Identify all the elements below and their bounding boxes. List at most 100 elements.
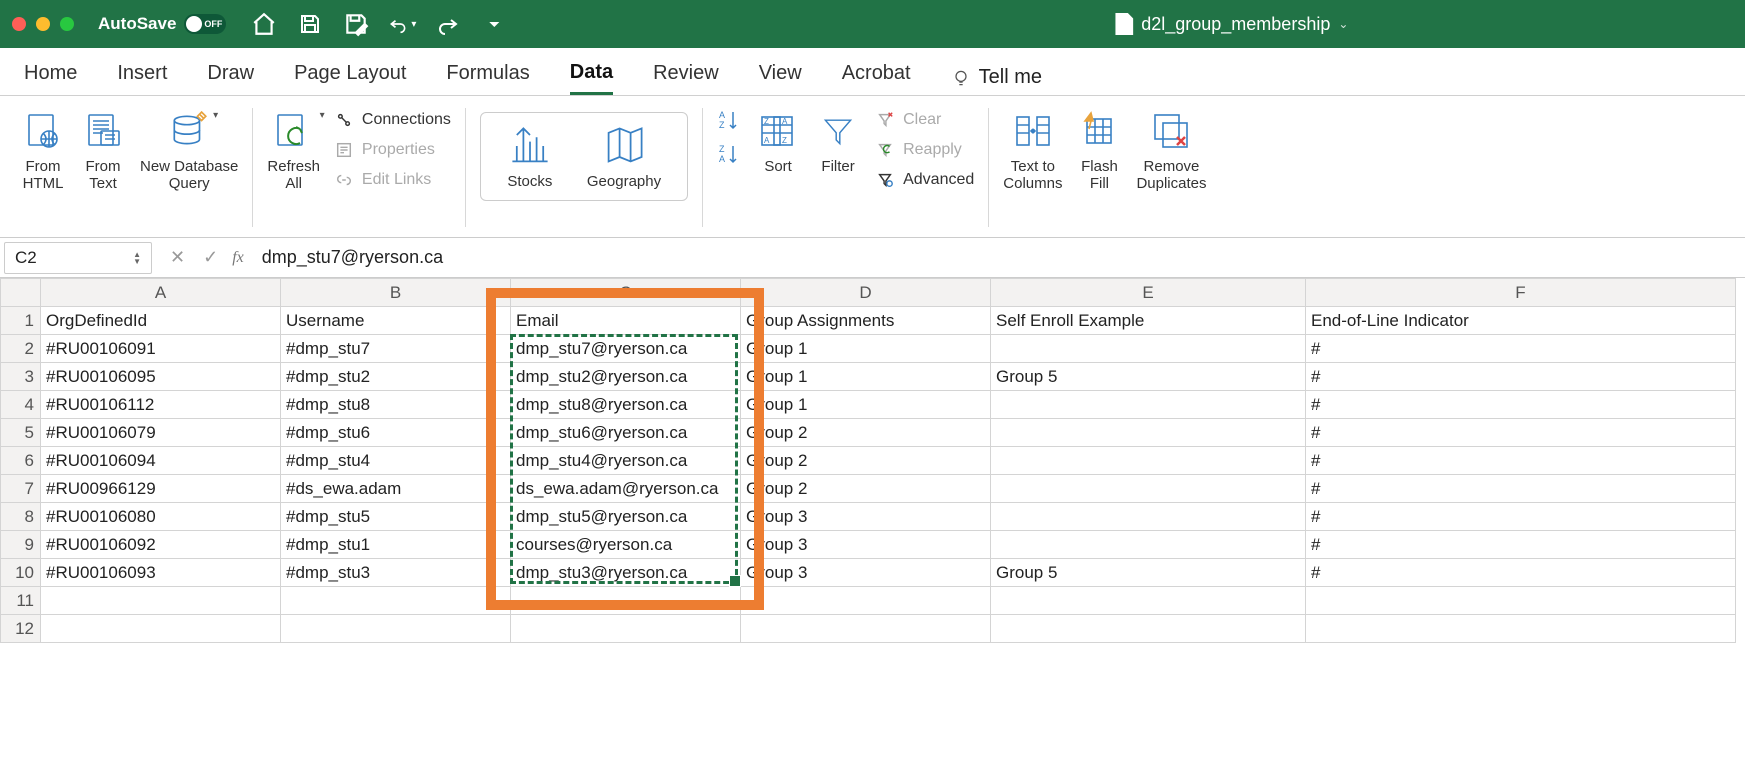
refresh-all-button[interactable]: ▾ Refresh All (267, 108, 320, 193)
cell[interactable]: #dmp_stu2 (281, 363, 511, 391)
filter-button[interactable]: Filter (815, 108, 861, 175)
cell[interactable]: Group 3 (741, 559, 991, 587)
cell[interactable]: # (1306, 531, 1736, 559)
save-icon[interactable] (296, 10, 324, 38)
cell[interactable] (991, 447, 1306, 475)
cell[interactable]: dmp_stu8@ryerson.ca (511, 391, 741, 419)
cell[interactable]: #RU00106093 (41, 559, 281, 587)
from-html-button[interactable]: From HTML (20, 108, 66, 193)
spreadsheet-grid[interactable]: A B C D E F 1OrgDefinedIdUsernameEmailGr… (0, 278, 1745, 643)
sort-az-button[interactable]: AZ (717, 108, 741, 132)
cell[interactable]: Self Enroll Example (991, 307, 1306, 335)
row-header[interactable]: 3 (1, 363, 41, 391)
cell[interactable]: #dmp_stu8 (281, 391, 511, 419)
col-header-F[interactable]: F (1306, 279, 1736, 307)
cell[interactable] (991, 531, 1306, 559)
row-header[interactable]: 5 (1, 419, 41, 447)
cell[interactable] (991, 587, 1306, 615)
redo-icon[interactable] (434, 10, 462, 38)
cell[interactable]: # (1306, 335, 1736, 363)
cell[interactable]: # (1306, 475, 1736, 503)
cell[interactable]: #RU00106080 (41, 503, 281, 531)
cell[interactable] (1306, 587, 1736, 615)
cell[interactable]: #ds_ewa.adam (281, 475, 511, 503)
cell[interactable]: End-of-Line Indicator (1306, 307, 1736, 335)
clear-button[interactable]: Clear (875, 110, 974, 130)
cell[interactable]: #RU00106112 (41, 391, 281, 419)
cell[interactable]: dmp_stu7@ryerson.ca (511, 335, 741, 363)
col-header-B[interactable]: B (281, 279, 511, 307)
cancel-formula-button[interactable]: ✕ (170, 247, 185, 268)
select-all-corner[interactable] (1, 279, 41, 307)
cell[interactable] (991, 419, 1306, 447)
close-window-button[interactable] (12, 17, 26, 31)
row-header[interactable]: 8 (1, 503, 41, 531)
text-to-columns-button[interactable]: Text to Columns (1003, 108, 1062, 193)
cell[interactable]: # (1306, 391, 1736, 419)
undo-icon[interactable]: ▾ (388, 10, 416, 38)
cell[interactable]: Group 2 (741, 475, 991, 503)
tab-acrobat[interactable]: Acrobat (842, 62, 911, 93)
row-header[interactable]: 11 (1, 587, 41, 615)
cell[interactable]: Group 5 (991, 363, 1306, 391)
col-header-A[interactable]: A (41, 279, 281, 307)
cell[interactable]: Group 3 (741, 503, 991, 531)
remove-duplicates-button[interactable]: Remove Duplicates (1136, 108, 1206, 193)
cell[interactable]: # (1306, 419, 1736, 447)
cell[interactable]: #RU00106091 (41, 335, 281, 363)
row-header[interactable]: 12 (1, 615, 41, 643)
cell[interactable] (511, 615, 741, 643)
cell[interactable] (511, 587, 741, 615)
tab-data[interactable]: Data (570, 61, 613, 95)
cell[interactable]: dmp_stu3@ryerson.ca (511, 559, 741, 587)
cell[interactable]: Group 2 (741, 447, 991, 475)
name-box[interactable]: C2 ▲▼ (4, 242, 152, 274)
confirm-formula-button[interactable]: ✓ (203, 247, 218, 268)
fx-label[interactable]: fx (232, 249, 254, 267)
cell[interactable] (41, 587, 281, 615)
cell[interactable]: dmp_stu6@ryerson.ca (511, 419, 741, 447)
cell[interactable]: #RU00966129 (41, 475, 281, 503)
cell[interactable]: Group 2 (741, 419, 991, 447)
cell[interactable]: Group 1 (741, 391, 991, 419)
cell[interactable]: Group 3 (741, 531, 991, 559)
sort-za-button[interactable]: ZA (717, 142, 741, 166)
cell[interactable] (741, 615, 991, 643)
cell[interactable]: Email (511, 307, 741, 335)
properties-button[interactable]: Properties (334, 140, 451, 160)
cell[interactable] (281, 587, 511, 615)
cell[interactable] (991, 391, 1306, 419)
minimize-window-button[interactable] (36, 17, 50, 31)
from-text-button[interactable]: From Text (80, 108, 126, 193)
cell[interactable]: dmp_stu4@ryerson.ca (511, 447, 741, 475)
cell[interactable]: Group 1 (741, 335, 991, 363)
col-header-E[interactable]: E (991, 279, 1306, 307)
cell[interactable]: #RU00106092 (41, 531, 281, 559)
advanced-button[interactable]: Advanced (875, 170, 974, 190)
namebox-spinner[interactable]: ▲▼ (133, 251, 141, 265)
cell[interactable]: #dmp_stu1 (281, 531, 511, 559)
flash-fill-button[interactable]: Flash Fill (1076, 108, 1122, 193)
cell[interactable] (1306, 615, 1736, 643)
cell[interactable]: #RU00106095 (41, 363, 281, 391)
cell[interactable] (991, 503, 1306, 531)
row-header[interactable]: 10 (1, 559, 41, 587)
tab-formulas[interactable]: Formulas (446, 62, 529, 93)
stocks-button[interactable]: Stocks (507, 123, 553, 190)
autosave-toggle[interactable]: AutoSave OFF (98, 14, 226, 34)
cell[interactable]: dmp_stu5@ryerson.ca (511, 503, 741, 531)
cell[interactable] (41, 615, 281, 643)
cell[interactable]: # (1306, 503, 1736, 531)
cell[interactable]: # (1306, 559, 1736, 587)
col-header-D[interactable]: D (741, 279, 991, 307)
reapply-button[interactable]: Reapply (875, 140, 974, 160)
cell[interactable] (991, 335, 1306, 363)
tab-view[interactable]: View (759, 62, 802, 93)
tell-me[interactable]: Tell me (951, 66, 1042, 89)
row-header[interactable]: 7 (1, 475, 41, 503)
cell[interactable]: #dmp_stu6 (281, 419, 511, 447)
cell[interactable]: Group Assignments (741, 307, 991, 335)
new-db-query-button[interactable]: ▾ New Database Query (140, 108, 238, 193)
cell[interactable]: #dmp_stu3 (281, 559, 511, 587)
connections-button[interactable]: Connections (334, 110, 451, 130)
